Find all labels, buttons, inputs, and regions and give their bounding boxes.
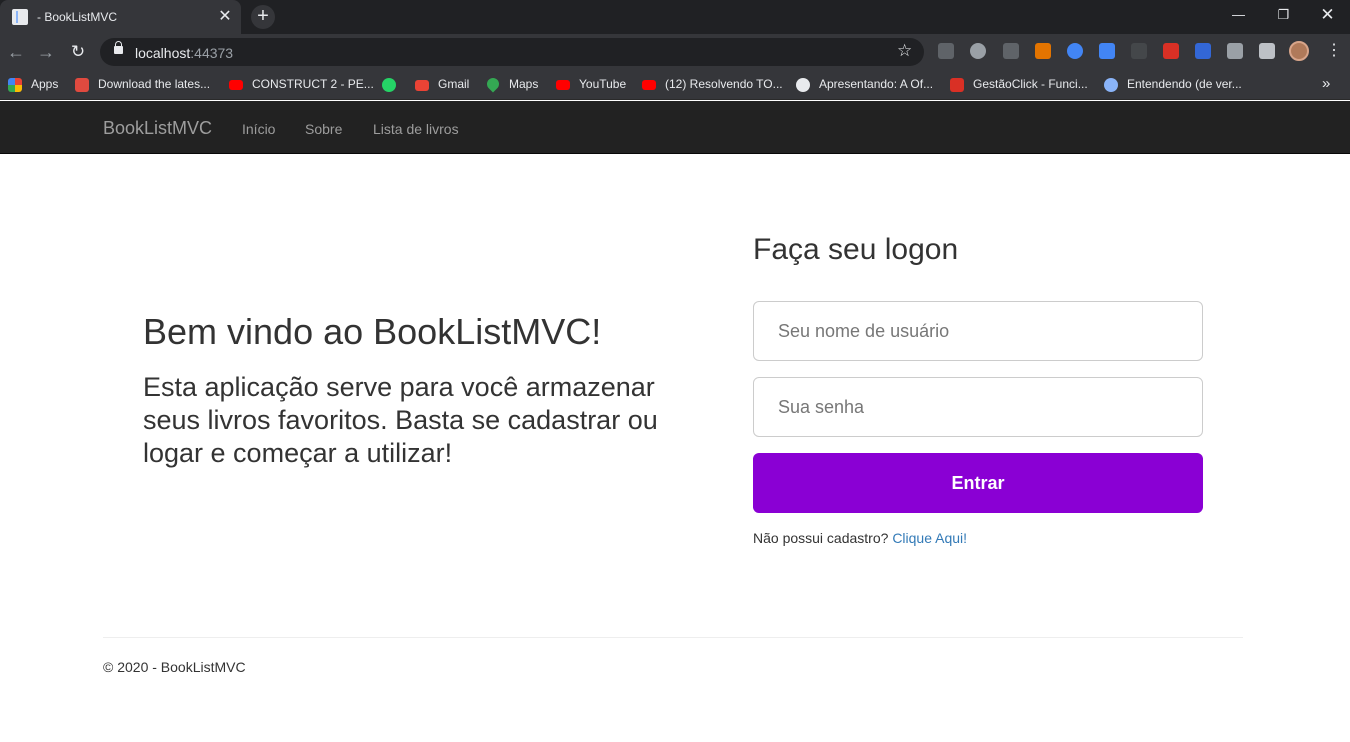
translate-icon[interactable] xyxy=(1099,43,1115,59)
footer-copyright: © 2020 - BookListMVC xyxy=(103,659,246,675)
address-bar[interactable]: localhost:44373 ☆ xyxy=(100,38,924,66)
browser-tab-strip: - BookListMVC ✕ + — ❐ ✕ xyxy=(0,0,1350,34)
youtube-icon xyxy=(229,80,243,90)
bookmark-maps[interactable]: Maps xyxy=(509,77,538,91)
welcome-heading: Bem vindo ao BookListMVC! xyxy=(143,311,602,352)
window-minimize-button[interactable]: — xyxy=(1216,0,1261,30)
xamarin-icon xyxy=(1104,78,1118,92)
bookmark-gmail[interactable]: Gmail xyxy=(438,77,469,91)
browser-tab-active[interactable]: - BookListMVC ✕ xyxy=(0,0,241,34)
download-extension-icon[interactable] xyxy=(938,43,954,59)
url-text: localhost:44373 xyxy=(135,45,234,61)
download-manager-icon[interactable] xyxy=(1035,43,1051,59)
close-extension-icon[interactable] xyxy=(1163,43,1179,59)
bookmark-gestaoclick[interactable]: GestãoClick - Funci... xyxy=(973,77,1088,91)
password-input[interactable] xyxy=(753,377,1203,437)
bookmark-entendendo[interactable]: Entendendo (de ver... xyxy=(1127,77,1242,91)
bookmark-resolvendo[interactable]: (12) Resolvendo TO... xyxy=(665,77,783,91)
youtube-icon xyxy=(556,80,570,90)
bookmark-star-icon[interactable]: ☆ xyxy=(897,41,912,61)
gmail-icon xyxy=(415,80,429,91)
signup-prompt: Não possui cadastro? Clique Aqui! xyxy=(753,530,967,546)
back-arrow-icon[interactable]: ← xyxy=(4,40,28,64)
download-arrow-icon[interactable] xyxy=(1003,43,1019,59)
profile-avatar[interactable] xyxy=(1289,41,1309,61)
reload-icon[interactable]: ↻ xyxy=(66,40,90,64)
bookmark-youtube[interactable]: YouTube xyxy=(579,77,626,91)
maps-icon xyxy=(484,75,502,93)
nav-link-inicio[interactable]: Início xyxy=(242,121,275,137)
download-grey-icon[interactable] xyxy=(1131,43,1147,59)
browser-toolbar: ← → ↻ localhost:44373 ☆ ⋮ xyxy=(0,34,1350,70)
youtube-icon xyxy=(642,80,656,90)
browser-menu-icon[interactable]: ⋮ xyxy=(1326,42,1342,60)
bookmark-apps[interactable]: Apps xyxy=(31,77,58,91)
bookmark-construct[interactable]: CONSTRUCT 2 - PE... xyxy=(252,77,374,91)
nav-link-sobre[interactable]: Sobre xyxy=(305,121,342,137)
signup-link[interactable]: Clique Aqui! xyxy=(892,530,967,546)
tab-close-icon[interactable]: ✕ xyxy=(216,8,234,26)
login-submit-button[interactable]: Entrar xyxy=(753,453,1203,513)
whatsapp-icon[interactable] xyxy=(382,78,396,92)
nav-link-lista-livros[interactable]: Lista de livros xyxy=(373,121,459,137)
window-maximize-button[interactable]: ❐ xyxy=(1261,0,1306,30)
login-heading: Faça seu logon xyxy=(753,233,959,266)
globe-icon xyxy=(796,78,810,92)
username-input[interactable] xyxy=(753,301,1203,361)
gestaoclick-icon xyxy=(950,78,964,92)
extensions-puzzle-icon[interactable] xyxy=(1227,43,1243,59)
bookmark-download[interactable]: Download the lates... xyxy=(98,77,210,91)
navbar-brand[interactable]: BookListMVC xyxy=(103,118,212,139)
store-icon xyxy=(75,78,89,92)
footer-divider xyxy=(103,637,1243,638)
bookmarks-bar: Apps Download the lates... CONSTRUCT 2 -… xyxy=(0,70,1350,100)
forward-arrow-icon[interactable]: → xyxy=(34,40,58,64)
blue-download-icon[interactable] xyxy=(1195,43,1211,59)
window-close-button[interactable]: ✕ xyxy=(1305,0,1350,30)
book-favicon-icon xyxy=(12,9,28,25)
welcome-description: Esta aplicação serve para você armazenar… xyxy=(143,372,658,468)
extension-icon[interactable] xyxy=(970,43,986,59)
signup-prompt-text: Não possui cadastro? xyxy=(753,530,889,546)
bookmark-apresentando[interactable]: Apresentando: A Of... xyxy=(819,77,933,91)
lock-icon xyxy=(114,41,123,54)
site-navbar: BookListMVC Início Sobre Lista de livros xyxy=(0,101,1350,154)
tab-title: - BookListMVC xyxy=(37,10,118,24)
search-extension-icon[interactable] xyxy=(1067,43,1083,59)
new-tab-button[interactable]: + xyxy=(251,5,275,29)
apps-grid-icon xyxy=(8,78,22,92)
more-bookmarks-icon[interactable]: » xyxy=(1322,75,1330,92)
media-control-icon[interactable] xyxy=(1259,43,1275,59)
